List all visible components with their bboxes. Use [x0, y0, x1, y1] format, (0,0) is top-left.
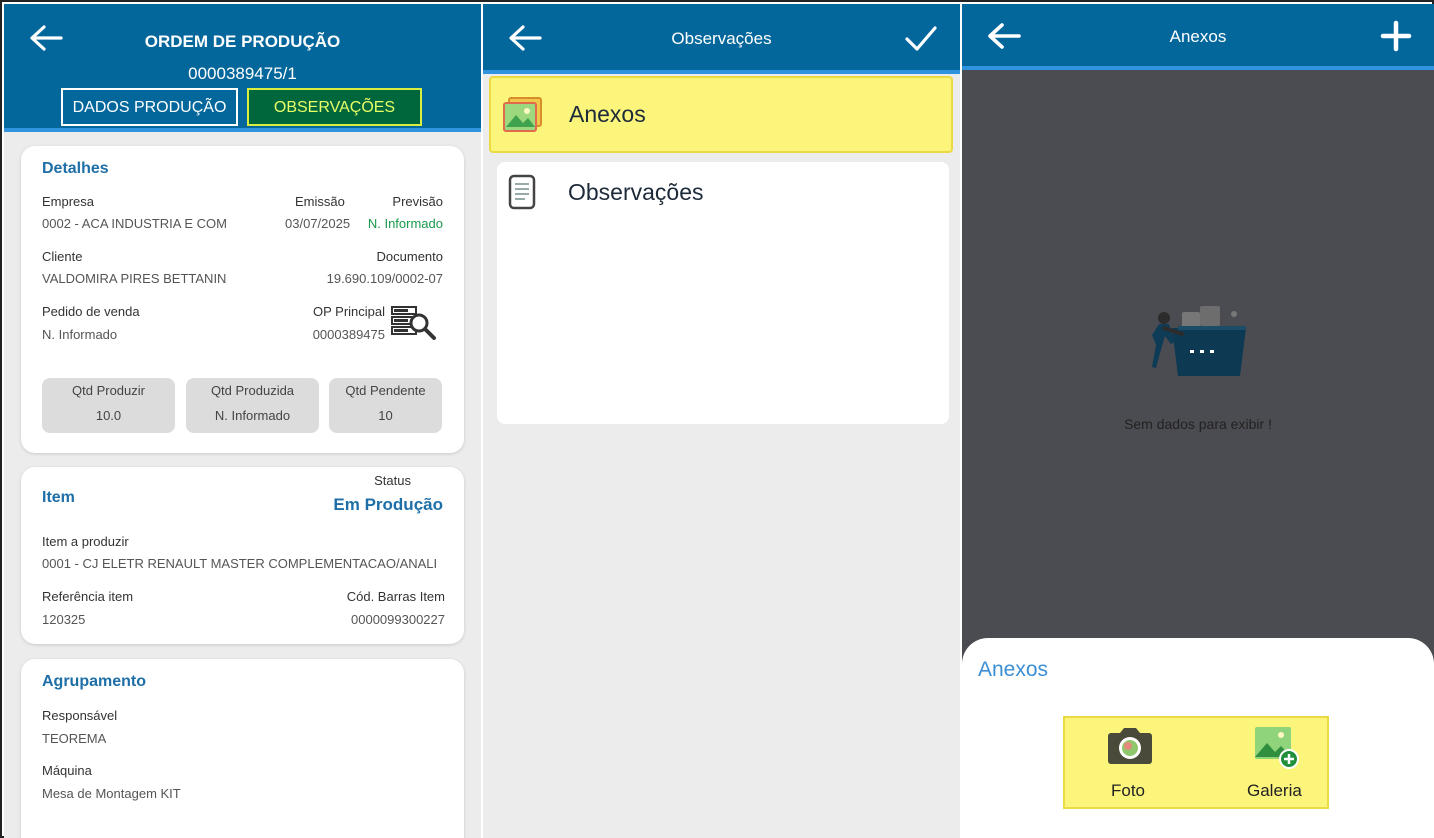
tab-dados-producao[interactable]: DADOS PRODUÇÃO	[61, 88, 238, 126]
anexos-row[interactable]: Anexos	[489, 76, 953, 153]
maquina-value: Mesa de Montagem KIT	[42, 786, 181, 801]
app-header: Anexos	[962, 4, 1434, 66]
gallery-add-icon	[1255, 727, 1299, 769]
empresa-value: 0002 - ACA INDUSTRIA E COM	[42, 216, 227, 231]
status-label: Status	[374, 473, 411, 488]
documento-label: Documento	[376, 249, 443, 264]
camera-icon	[1108, 728, 1152, 764]
op-principal-label: OP Principal	[312, 304, 385, 319]
qtd-pendente-box: Qtd Pendente 10	[329, 378, 442, 433]
emissao-value: 03/07/2025	[285, 216, 351, 231]
add-icon[interactable]	[1380, 20, 1412, 52]
details-card: Detalhes Empresa 0002 - ACA INDUSTRIA E …	[21, 146, 464, 453]
tab-observacoes[interactable]: OBSERVAÇÕES	[247, 88, 422, 126]
observacoes-label: Observações	[568, 179, 704, 205]
app-header: ORDEM DE PRODUÇÃO 0000389475/1 DADOS PRO…	[4, 4, 481, 130]
check-icon[interactable]	[904, 24, 938, 54]
responsavel-label: Responsável	[42, 708, 118, 723]
screenshot-frame: ORDEM DE PRODUÇÃO 0000389475/1 DADOS PRO…	[0, 0, 1434, 838]
empty-state-illustration-icon	[1152, 306, 1246, 376]
barras-label: Cód. Barras Item	[346, 589, 445, 604]
app-header: Observações	[483, 4, 960, 70]
order-number: 0000389475/1	[188, 64, 297, 83]
responsavel-value: TEOREMA	[42, 731, 107, 746]
sheet-title: Anexos	[978, 658, 1049, 681]
agrupamento-card: Agrupamento Responsável TEOREMA Máquina …	[21, 659, 464, 838]
barras-value: 0000099300227	[351, 612, 445, 627]
galeria-button[interactable]: Galeria	[1225, 724, 1325, 804]
referencia-label: Referência item	[42, 589, 134, 604]
header-underline	[483, 70, 960, 74]
attachments-bottom-sheet: Anexos Foto Galeria	[962, 638, 1434, 838]
qtd-produzir-box: Qtd Produzir 10.0	[42, 378, 175, 433]
attachment-options: Foto Galeria	[1063, 716, 1329, 809]
production-order-screen: ORDEM DE PRODUÇÃO 0000389475/1 DADOS PRO…	[4, 4, 481, 838]
qtd-produzir-label: Qtd Produzir	[72, 383, 145, 398]
header-underline	[962, 66, 1434, 70]
agrupamento-title: Agrupamento	[42, 673, 146, 690]
documento-value: 19.690.109/0002-07	[326, 271, 443, 286]
empresa-label: Empresa	[42, 194, 95, 209]
qtd-pendente-value: 10	[378, 408, 393, 423]
cliente-value: VALDOMIRA PIRES BETTANIN	[42, 271, 227, 286]
qtd-pendente-label: Qtd Pendente	[345, 383, 426, 398]
search-database-icon[interactable]	[390, 304, 438, 342]
qtd-produzida-box: Qtd Produzida N. Informado	[186, 378, 319, 433]
op-principal-value: 0000389475	[312, 327, 385, 342]
referencia-value: 120325	[42, 612, 86, 627]
anexos-screen: Anexos Sem dados para exibir ! Anexos Fo…	[962, 4, 1434, 838]
observacoes-card: Observações	[497, 162, 949, 424]
previsao-value: N. Informado	[367, 216, 443, 231]
observacoes-screen: Observações Anexos Observações	[483, 4, 960, 838]
foto-button[interactable]: Foto	[1085, 724, 1175, 804]
foto-label: Foto	[1111, 781, 1146, 800]
details-title: Detalhes	[42, 160, 109, 177]
pedido-value: N. Informado	[42, 327, 118, 342]
qtd-produzida-value: N. Informado	[214, 408, 291, 423]
page-title: ORDEM DE PRODUÇÃO	[144, 32, 341, 51]
item-title: Item	[42, 489, 75, 506]
image-gallery-icon	[503, 97, 542, 132]
item-produzir-label: Item a produzir	[42, 534, 129, 549]
cliente-label: Cliente	[42, 249, 83, 264]
empty-state-text: Sem dados para exibir !	[1124, 416, 1272, 432]
previsao-label: Previsão	[392, 194, 443, 209]
emissao-label: Emissão	[295, 194, 345, 209]
item-card: Item Status Em Produção Item a produzir …	[21, 467, 464, 644]
status-value: Em Produção	[333, 495, 443, 514]
galeria-label: Galeria	[1247, 781, 1302, 800]
observacoes-row[interactable]: Observações	[497, 162, 949, 222]
qtd-produzir-value: 10.0	[95, 408, 122, 423]
page-title: Observações	[671, 29, 772, 48]
maquina-label: Máquina	[42, 763, 92, 778]
document-icon	[508, 174, 536, 210]
item-produzir-value: 0001 - CJ ELETR RENAULT MASTER COMPLEMEN…	[42, 556, 438, 571]
pedido-label: Pedido de venda	[42, 304, 140, 319]
qtd-produzida-label: Qtd Produzida	[210, 383, 295, 398]
header-underline	[4, 128, 481, 132]
page-title: Anexos	[1169, 27, 1227, 46]
anexos-label: Anexos	[569, 101, 646, 127]
